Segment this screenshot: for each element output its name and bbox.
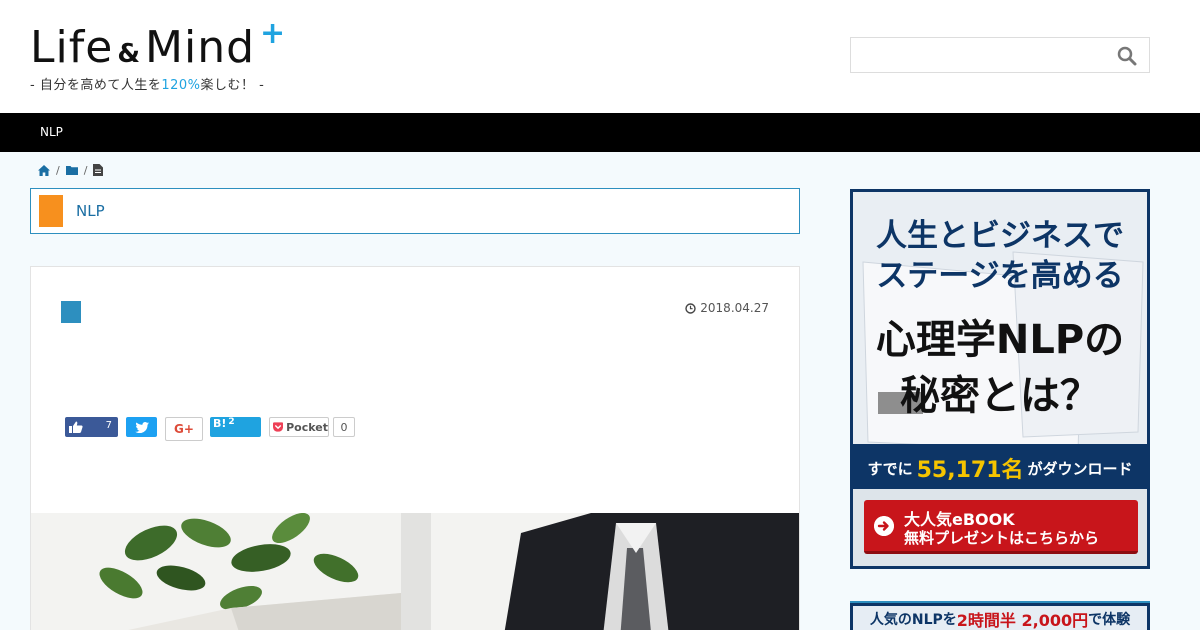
hatena-label: B! <box>213 417 227 430</box>
ad-line-3: 心理学NLPの <box>875 317 1125 363</box>
ad2-text: 人気のNLPを 2時間半 2,000円 で体験 <box>853 606 1147 630</box>
home-icon[interactable] <box>38 164 50 176</box>
search-icon[interactable] <box>1117 46 1137 66</box>
category-title[interactable]: NLP <box>76 202 105 220</box>
thumbs-up-icon <box>69 421 83 433</box>
site-header: Life &Mind + - 自分を高めて人生を120%楽しむ！ - <box>0 0 1200 113</box>
post-date-text: 2018.04.27 <box>700 301 769 315</box>
ad-headline-area: 人生とビジネスで ステージを高める 心理学NLPの 秘密とは？ <box>853 192 1147 444</box>
category-header: NLP <box>30 188 800 234</box>
article-card: 2018.04.27 7 G+ B! 2 Pocket 0 <box>30 266 800 630</box>
hatena-bookmark-button[interactable]: B! 2 <box>210 417 261 437</box>
pocket-icon <box>273 422 284 432</box>
sidebar-banner-ad[interactable]: 人生とビジネスで ステージを高める 心理学NLPの 秘密とは？ すでに 55,1… <box>850 189 1150 569</box>
nav-item-nlp[interactable]: NLP <box>40 125 63 139</box>
logo-word-life: Life <box>30 22 114 73</box>
pocket-label: Pocket <box>286 420 328 434</box>
folder-icon[interactable] <box>65 165 78 175</box>
logo-text: Life &Mind <box>30 22 255 80</box>
ad-line-4: 秘密とは？ <box>900 373 1100 419</box>
tagline-percent: 120% <box>161 78 201 93</box>
category-marker <box>39 195 63 227</box>
tagline-before: - 自分を高めて人生を <box>30 78 162 93</box>
facebook-like-button[interactable]: 7 <box>65 417 118 437</box>
ad2-suffix: で体験 <box>1088 612 1131 628</box>
breadcrumb-separator: / <box>56 163 60 177</box>
post-date: 2018.04.27 <box>685 301 769 315</box>
ebook-download-button[interactable]: 大人気eBOOK 無料プレゼントはこちらから <box>864 500 1138 554</box>
ad2-prefix: 人気のNLPを <box>869 612 957 628</box>
sidebar-banner-ad-2[interactable]: 人気のNLPを 2時間半 2,000円 で体験 <box>850 601 1150 630</box>
breadcrumb-separator: / <box>83 163 88 177</box>
main-nav: NLP <box>0 113 1200 152</box>
featured-photo-illustration <box>31 513 799 630</box>
ad-line-2: ステージを高める <box>876 258 1124 294</box>
tagline-after: 楽しむ！ - <box>200 78 265 93</box>
ad-download-suffix: がダウンロード <box>1027 459 1133 478</box>
ad-download-prefix: すでに <box>867 459 913 478</box>
twitter-icon <box>134 421 149 433</box>
search-input[interactable] <box>850 37 1150 73</box>
clock-icon <box>685 302 696 314</box>
ad-line-1: 人生とビジネスで <box>876 218 1124 254</box>
article-title-marker <box>61 301 81 323</box>
logo-word-mind: Mind <box>145 22 256 73</box>
featured-image <box>31 513 799 630</box>
ad-cta-area: 大人気eBOOK 無料プレゼントはこちらから <box>853 489 1147 566</box>
twitter-share-button[interactable] <box>126 417 157 437</box>
ad-download-number: 55,171名 <box>916 458 1024 483</box>
logo-plus: + <box>260 16 286 51</box>
logo-ampersand: & <box>117 39 141 69</box>
pocket-count: 0 <box>333 417 355 437</box>
site-tagline: - 自分を高めて人生を120%楽しむ！ - <box>30 74 264 93</box>
facebook-count: 7 <box>105 420 112 431</box>
ad-download-count: すでに 55,171名 がダウンロード <box>853 447 1147 489</box>
arrow-right-circle-icon <box>874 516 894 536</box>
site-logo[interactable]: Life &Mind + - 自分を高めて人生を120%楽しむ！ - <box>30 16 330 93</box>
google-plus-button[interactable]: G+ <box>165 417 203 441</box>
ad2-highlight: 2時間半 2,000円 <box>956 611 1089 630</box>
breadcrumb: / / <box>38 163 104 177</box>
ad-button-line-2: 無料プレゼントはこちらから <box>904 529 1100 547</box>
hatena-count: 2 <box>228 417 235 427</box>
document-icon <box>93 164 104 176</box>
pocket-button[interactable]: Pocket <box>269 417 329 437</box>
